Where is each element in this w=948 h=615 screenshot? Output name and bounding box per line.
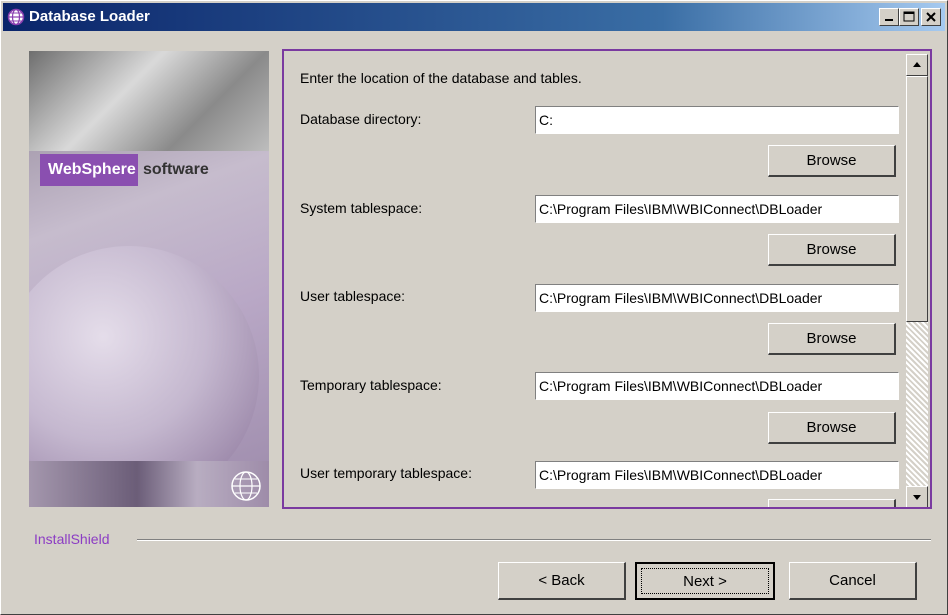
window-title: Database Loader bbox=[29, 8, 150, 25]
installer-window: Database Loader WebSphere software Enter… bbox=[0, 0, 948, 615]
user-tablespace-input[interactable]: C:\Program Files\IBM\WBIConnect\DBLoader bbox=[535, 284, 899, 312]
browse-user-tablespace-button[interactable]: Browse bbox=[768, 323, 896, 355]
scroll-down-button[interactable] bbox=[906, 486, 928, 507]
temporary-tablespace-label: Temporary tablespace: bbox=[300, 377, 442, 393]
installshield-label: InstallShield bbox=[34, 531, 110, 547]
browse-temporary-tablespace-button[interactable]: Browse bbox=[768, 412, 896, 444]
maximize-button[interactable] bbox=[899, 8, 919, 26]
browse-database-directory-button[interactable]: Browse bbox=[768, 145, 896, 177]
close-icon bbox=[926, 12, 936, 22]
maximize-icon bbox=[903, 11, 915, 22]
vertical-scrollbar[interactable] bbox=[906, 54, 928, 507]
user-temporary-tablespace-label: User temporary tablespace: bbox=[300, 465, 472, 481]
user-temporary-tablespace-input[interactable]: C:\Program Files\IBM\WBIConnect\DBLoader bbox=[535, 461, 899, 489]
location-panel: Enter the location of the database and t… bbox=[282, 49, 932, 509]
database-directory-label: Database directory: bbox=[300, 111, 422, 127]
scroll-up-button[interactable] bbox=[906, 54, 928, 76]
user-tablespace-label: User tablespace: bbox=[300, 288, 406, 304]
close-button[interactable] bbox=[921, 8, 941, 26]
system-tablespace-label: System tablespace: bbox=[300, 200, 423, 216]
brand-name: WebSphere bbox=[48, 161, 136, 178]
temporary-tablespace-input[interactable]: C:\Program Files\IBM\WBIConnect\DBLoader bbox=[535, 372, 899, 400]
database-directory-input[interactable]: C: bbox=[535, 106, 899, 134]
title-bar[interactable]: Database Loader bbox=[3, 3, 945, 31]
minimize-button[interactable] bbox=[879, 8, 899, 26]
banner-photo bbox=[29, 51, 269, 151]
scrollbar-thumb[interactable] bbox=[906, 76, 928, 322]
minimize-icon bbox=[885, 19, 893, 21]
cancel-button[interactable]: Cancel bbox=[789, 562, 917, 600]
next-button[interactable]: Next > bbox=[635, 562, 775, 600]
footer-divider bbox=[137, 539, 931, 541]
arrow-down-icon bbox=[913, 495, 921, 500]
back-button[interactable]: < Back bbox=[498, 562, 626, 600]
arrow-up-icon bbox=[913, 62, 921, 67]
browse-user-temporary-tablespace-button[interactable]: Browse bbox=[768, 499, 896, 507]
instructions-text: Enter the location of the database and t… bbox=[300, 70, 582, 86]
websphere-banner-image: WebSphere software bbox=[29, 51, 269, 507]
globe-icon bbox=[7, 8, 25, 26]
focus-ring bbox=[641, 568, 769, 594]
globe-icon bbox=[231, 471, 261, 501]
brand-suffix: software bbox=[143, 161, 209, 178]
system-tablespace-input[interactable]: C:\Program Files\IBM\WBIConnect\DBLoader bbox=[535, 195, 899, 223]
browse-system-tablespace-button[interactable]: Browse bbox=[768, 234, 896, 266]
